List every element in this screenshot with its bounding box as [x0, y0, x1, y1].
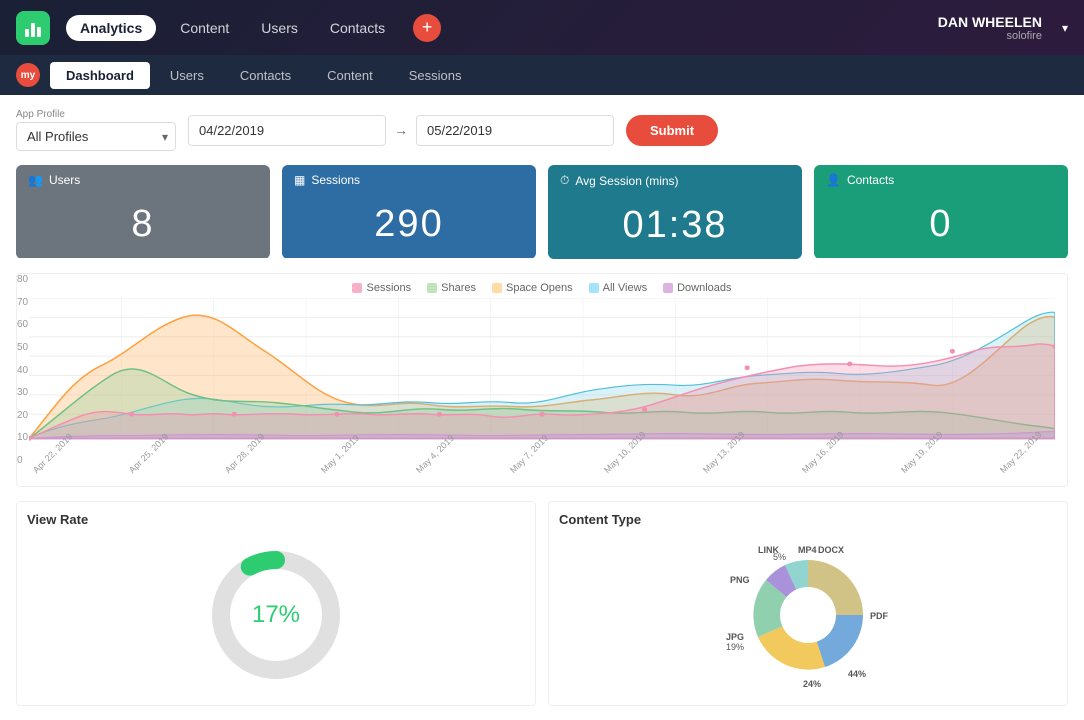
filters-bar: App Profile All Profiles → Submit [16, 109, 1068, 151]
contacts-label: Contacts [847, 173, 894, 187]
content-type-title: Content Type [559, 512, 1057, 527]
bottom-section: View Rate 17% Content Type [16, 501, 1068, 706]
sessions-value: 290 [282, 191, 536, 258]
svg-text:PDF: PDF [870, 611, 889, 621]
stat-header-avg: ⏱ Avg Session (mins) [548, 165, 802, 192]
app-profile-label: App Profile [16, 109, 176, 120]
avg-label: Avg Session (mins) [575, 174, 678, 188]
stat-card-contacts: 👤 Contacts 0 [814, 165, 1068, 259]
chart-legend: Sessions Shares Space Opens All Views Do… [29, 282, 1055, 294]
x-axis-labels: Apr 22, 2019 Apr 25, 2019 Apr 28, 2019 M… [29, 460, 1055, 478]
stat-header-sessions: ▦ Sessions [282, 165, 536, 191]
stat-card-users: 👥 Users 8 [16, 165, 270, 259]
sessions-label: Sessions [311, 173, 360, 187]
add-button[interactable]: + [413, 14, 441, 42]
area-chart-section: Sessions Shares Space Opens All Views Do… [16, 273, 1068, 487]
svg-text:DOCX: DOCX [818, 545, 844, 555]
legend-sessions: Sessions [352, 282, 411, 294]
svg-text:19%: 19% [726, 642, 744, 652]
legend-shares-label: Shares [441, 282, 476, 294]
pie-svg: PDF 44% 24% JPG 19% PNG LINK 5% MP4 DOCX [718, 535, 898, 695]
svg-text:JPG: JPG [726, 632, 744, 642]
sub-nav-sessions[interactable]: Sessions [393, 62, 478, 89]
nav-content[interactable]: Content [172, 16, 237, 40]
legend-shares: Shares [427, 282, 476, 294]
y-80: 80 [17, 274, 45, 285]
legend-downloads: Downloads [663, 282, 731, 294]
date-arrow-icon: → [394, 122, 408, 138]
user-chevron-icon[interactable]: ▾ [1062, 21, 1068, 35]
logo-icon [16, 11, 50, 45]
legend-downloads-label: Downloads [677, 282, 731, 294]
nav-users[interactable]: Users [253, 16, 306, 40]
avg-value: 01:38 [548, 192, 802, 259]
logo-bars [25, 19, 41, 37]
sub-nav-contacts[interactable]: Contacts [224, 62, 307, 89]
stat-header-users: 👥 Users [16, 165, 270, 191]
date-range: → [188, 115, 614, 146]
submit-button[interactable]: Submit [626, 115, 718, 146]
svg-text:MP4: MP4 [798, 545, 817, 555]
svg-text:5%: 5% [773, 552, 786, 562]
stat-card-avg-session: ⏱ Avg Session (mins) 01:38 [548, 165, 802, 259]
svg-text:44%: 44% [848, 669, 866, 679]
nav-contacts[interactable]: Contacts [322, 16, 393, 40]
logo-bar-2 [31, 23, 35, 37]
logo-bar-3 [37, 27, 41, 37]
legend-all-views-label: All Views [603, 282, 647, 294]
analytics-tab[interactable]: Analytics [66, 15, 156, 41]
sub-nav-content[interactable]: Content [311, 62, 389, 89]
contacts-icon: 👤 [826, 173, 841, 187]
sub-nav-users[interactable]: Users [154, 62, 220, 89]
app-profile-filter: App Profile All Profiles [16, 109, 176, 151]
legend-all-views: All Views [589, 282, 647, 294]
chart-area: Apr 22, 2019 Apr 25, 2019 Apr 28, 2019 M… [29, 298, 1055, 478]
svg-text:PNG: PNG [730, 575, 750, 585]
logo-bar-1 [25, 29, 29, 37]
sessions-icon: ▦ [294, 173, 305, 187]
top-nav: Analytics Content Users Contacts + DAN W… [0, 0, 1084, 55]
users-icon: 👥 [28, 173, 43, 187]
start-date-input[interactable] [188, 115, 386, 146]
legend-sessions-label: Sessions [366, 282, 411, 294]
donut-chart: 17% [27, 535, 525, 695]
svg-text:24%: 24% [803, 679, 821, 689]
sub-nav-dashboard[interactable]: Dashboard [50, 62, 150, 89]
legend-space-opens-label: Space Opens [506, 282, 573, 294]
stat-card-sessions: ▦ Sessions 290 [282, 165, 536, 259]
users-value: 8 [16, 191, 270, 258]
view-rate-title: View Rate [27, 512, 525, 527]
profile-select-wrapper: All Profiles [16, 122, 176, 151]
contacts-value: 0 [814, 191, 1068, 258]
users-label: Users [49, 173, 80, 187]
chart-svg [29, 298, 1055, 453]
main-content: App Profile All Profiles → Submit 👥 User… [0, 95, 1084, 720]
end-date-input[interactable] [416, 115, 614, 146]
avg-icon: ⏱ [560, 173, 569, 188]
chart-inner: 80 70 60 50 40 30 20 10 0 [29, 298, 1055, 478]
view-rate-panel: View Rate 17% [16, 501, 536, 706]
user-avatar: my [16, 63, 40, 87]
stat-cards: 👥 Users 8 ▦ Sessions 290 ⏱ Avg Session (… [16, 165, 1068, 259]
donut-center-value: 17% [252, 601, 300, 629]
user-company: solofire [938, 30, 1042, 42]
stat-header-contacts: 👤 Contacts [814, 165, 1068, 191]
user-info: DAN WHEELEN solofire [938, 14, 1042, 42]
user-name: DAN WHEELEN [938, 14, 1042, 30]
sub-nav: my Dashboard Users Contacts Content Sess… [0, 55, 1084, 95]
legend-space-opens: Space Opens [492, 282, 573, 294]
profile-select[interactable]: All Profiles [16, 122, 176, 151]
pie-chart: PDF 44% 24% JPG 19% PNG LINK 5% MP4 DOCX [559, 535, 1057, 695]
content-type-panel: Content Type [548, 501, 1068, 706]
